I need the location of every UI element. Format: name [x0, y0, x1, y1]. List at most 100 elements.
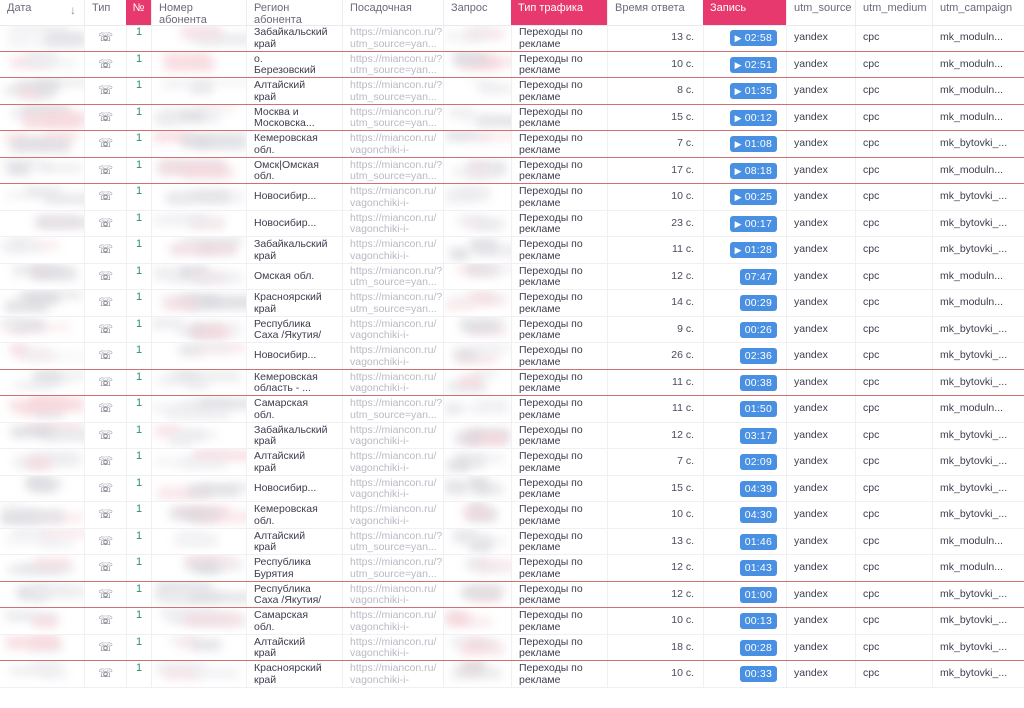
table-row[interactable]: ☏ 1 Кемеровская обл. https://miancon.ru/vago… — [0, 502, 1024, 529]
table-row[interactable]: ☏ 1 Новосибир... https://miancon.ru/vagonch… — [0, 343, 1024, 370]
play-recording-button[interactable]: ▶ 08:18 — [729, 162, 777, 179]
table-row[interactable]: ☏ 1 Красноярский край https://miancon.ru/? ut… — [0, 290, 1024, 317]
landing-line[interactable]: vagonchiki-i-bytov... — [350, 144, 437, 157]
landing-line[interactable]: vagonchiki-i-bytov... — [350, 647, 437, 660]
column-header-answer[interactable]: Время ответа — [607, 0, 703, 25]
landing-line[interactable]: utm_source=yan... — [350, 64, 437, 77]
table-row[interactable]: ☏ 1 Республика Бурятия https://miancon.ru/? u… — [0, 555, 1024, 582]
play-recording-button[interactable]: ▶ 02:58 — [729, 30, 777, 46]
play-recording-button[interactable]: 01:46 — [739, 533, 777, 550]
play-recording-button[interactable]: ▶ 00:12 — [729, 109, 777, 126]
table-row[interactable]: ☏ 1 Красноярский край https://miancon.ru/vag… — [0, 661, 1024, 688]
column-header-traffic[interactable]: Тип трафика — [511, 0, 607, 25]
play-recording-button[interactable]: ▶ 01:08 — [729, 136, 777, 152]
sort-desc-icon[interactable]: ↓ — [70, 4, 76, 16]
landing-line[interactable]: vagonchiki-i-bytov... — [350, 382, 437, 395]
landing-line[interactable]: vagonchiki-i-bytov... — [350, 621, 437, 634]
play-recording-button[interactable]: 02:09 — [739, 454, 777, 470]
play-recording-button[interactable]: 00:33 — [739, 666, 777, 682]
column-header-subscriber[interactable]: Номер абонента — [151, 0, 246, 25]
play-recording-button[interactable]: 03:17 — [739, 427, 777, 444]
landing-line[interactable]: https://miancon.ru/ — [350, 238, 437, 251]
play-recording-button[interactable]: 00:28 — [739, 639, 777, 656]
table-row[interactable]: ☏ 1 Алтайский край https://miancon.ru/? utm_s… — [0, 78, 1024, 105]
play-recording-button[interactable]: 01:43 — [739, 560, 777, 576]
landing-line[interactable]: utm_source=yan... — [350, 170, 437, 183]
table-row[interactable]: ☏ 1 Алтайский край https://miancon.ru/vagonc… — [0, 449, 1024, 476]
table-row[interactable]: ☏ 1 Республика Саха /Якутия/https://miancon… — [0, 581, 1024, 608]
landing-line[interactable]: vagonchiki-i-bytov... — [350, 462, 437, 475]
landing-line[interactable]: vagonchiki-i-bytov... — [350, 250, 437, 263]
table-row[interactable]: ☏ 1 Забайкальский край https://miancon.ru/va… — [0, 237, 1024, 264]
play-recording-button[interactable]: 00:26 — [739, 321, 777, 338]
landing-line[interactable]: vagonchiki-i-bytov... — [350, 594, 437, 607]
table-row[interactable]: ☏ 1 Омск|Омская обл. https://miancon.ru/? utm… — [0, 157, 1024, 184]
table-row[interactable]: ☏ 1 Омская обл. https://miancon.ru/? utm_sou… — [0, 263, 1024, 290]
play-recording-button[interactable]: 01:00 — [739, 586, 777, 603]
column-header-num[interactable]: № — [126, 0, 151, 25]
table-row[interactable]: ☏ 1 Забайкальский край https://miancon.ru/? u… — [0, 25, 1024, 52]
play-recording-button[interactable]: 01:50 — [739, 401, 777, 417]
table-row[interactable]: ☏ 1 Алтайский край https://miancon.ru/? utm_s… — [0, 528, 1024, 555]
landing-line[interactable]: https://miancon.ru/? — [350, 26, 442, 39]
landing-line[interactable]: https://miancon.ru/? — [350, 291, 442, 304]
landing-line[interactable]: vagonchiki-i-bytov... — [350, 197, 437, 210]
play-recording-button[interactable]: 07:47 — [739, 268, 777, 285]
landing-line[interactable]: https://miancon.ru/? — [350, 79, 442, 92]
landing-line[interactable]: https://miancon.ru/ — [350, 185, 437, 198]
landing-line[interactable]: https://miancon.ru/ — [350, 132, 437, 145]
play-recording-button[interactable]: 04:30 — [739, 507, 777, 523]
play-recording-button[interactable]: 04:39 — [739, 480, 777, 497]
landing-line[interactable]: vagonchiki-i-bytov... — [350, 223, 437, 236]
landing-line[interactable]: vagonchiki-i-bytov... — [350, 356, 437, 369]
landing-line[interactable]: https://miancon.ru/? — [350, 556, 442, 569]
play-recording-button[interactable]: ▶ 00:25 — [729, 189, 777, 205]
play-recording-button[interactable]: ▶ 01:28 — [729, 242, 777, 258]
play-recording-button[interactable]: 00:13 — [739, 613, 777, 629]
landing-line[interactable]: vagonchiki-i-bytov... — [350, 488, 437, 501]
landing-line[interactable]: utm_source=yan... — [350, 117, 437, 130]
landing-line[interactable]: vagonchiki-i-bytov... — [350, 515, 437, 528]
landing-line[interactable]: vagonchiki-i-bytov... — [350, 674, 437, 687]
column-header-query[interactable]: Запрос — [443, 0, 511, 25]
landing-line[interactable]: utm_source=yan... — [350, 38, 437, 51]
play-recording-button[interactable]: ▶ 02:51 — [729, 56, 777, 73]
table-row[interactable]: ☏ 1 Москва и Московска... https://miancon.ru… — [0, 104, 1024, 131]
landing-line[interactable]: https://miancon.ru/ — [350, 503, 437, 516]
play-recording-button[interactable]: 00:29 — [739, 295, 777, 311]
table-row[interactable]: ☏ 1 Самарская обл. https://miancon.ru/vagonc… — [0, 608, 1024, 635]
play-recording-button[interactable]: ▶ 01:35 — [729, 83, 777, 99]
landing-line[interactable]: utm_source=yan... — [350, 409, 437, 422]
landing-line[interactable]: utm_source=yan... — [350, 276, 437, 289]
landing-line[interactable]: https://miancon.ru/ — [350, 609, 437, 622]
landing-line[interactable]: https://miancon.ru/? — [350, 397, 442, 410]
table-row[interactable]: ☏ 1 Забайкальский край https://miancon.ru/va… — [0, 422, 1024, 449]
column-header-region[interactable]: Регион абонента — [246, 0, 342, 25]
table-row[interactable]: ☏ 1 Алтайский край https://miancon.ru/vagonc… — [0, 634, 1024, 661]
play-recording-button[interactable]: 02:36 — [739, 348, 777, 364]
table-row[interactable]: ☏ 1 Новосибир... https://miancon.ru/vagonch… — [0, 184, 1024, 211]
column-header-date[interactable]: Дата ↓ — [0, 0, 84, 25]
column-header-type[interactable]: Тип — [84, 0, 126, 25]
table-row[interactable]: ☏ 1 Кемеровская обл. https://miancon.ru/vago… — [0, 131, 1024, 158]
table-row[interactable]: ☏ 1 Новосибир... https://miancon.ru/vagonch… — [0, 475, 1024, 502]
landing-line[interactable]: https://miancon.ru/ — [350, 450, 437, 463]
landing-line[interactable]: utm_source=yan... — [350, 541, 437, 554]
column-header-utm_source[interactable]: utm_source — [786, 0, 855, 25]
table-row[interactable]: ☏ 1 Самарская обл. https://miancon.ru/? utm_s… — [0, 396, 1024, 423]
play-recording-button[interactable]: 00:38 — [739, 374, 777, 391]
landing-line[interactable]: https://miancon.ru/ — [350, 662, 437, 675]
column-header-utm_medium[interactable]: utm_medium — [855, 0, 932, 25]
table-row[interactable]: ☏ 1 Кемеровская область - ... https://mianco… — [0, 369, 1024, 396]
column-header-landing[interactable]: Посадочная — [342, 0, 443, 25]
landing-line[interactable]: utm_source=yan... — [350, 91, 437, 104]
column-header-record[interactable]: Запись — [703, 0, 786, 25]
landing-line[interactable]: vagonchiki-i-bytov... — [350, 435, 437, 448]
landing-line[interactable]: https://miancon.ru/ — [350, 344, 437, 357]
table-row[interactable]: ☏ 1 Новосибир... https://miancon.ru/vagonch… — [0, 210, 1024, 237]
play-recording-button[interactable]: ▶ 00:17 — [729, 215, 777, 232]
column-header-utm_campaign[interactable]: utm_campaign — [932, 0, 1024, 25]
table-row[interactable]: ☏ 1 о. Березовский https://miancon.ru/? utm_s… — [0, 51, 1024, 78]
landing-line[interactable]: vagonchiki-i-bytov... — [350, 329, 437, 342]
landing-line[interactable]: utm_source=yan... — [350, 303, 437, 316]
